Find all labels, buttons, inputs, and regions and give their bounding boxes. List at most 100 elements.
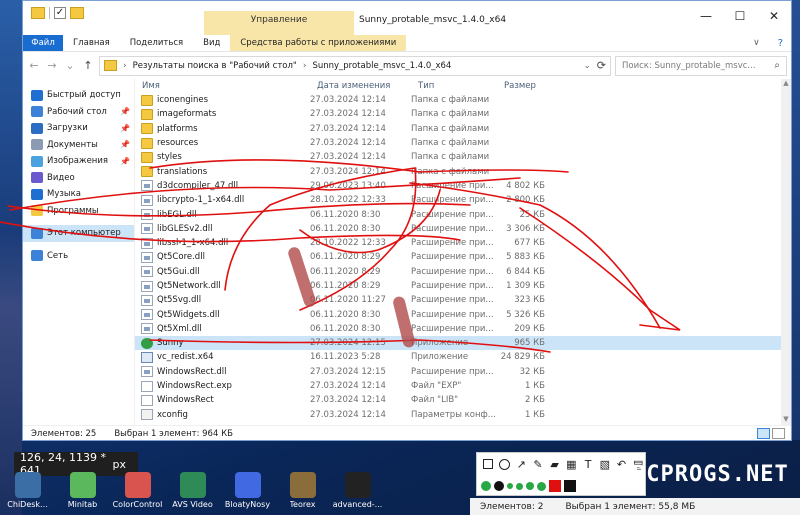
breadcrumb-search-results[interactable]: Результаты поиска в "Рабочий стол" — [133, 61, 297, 71]
color-swatch[interactable] — [537, 481, 546, 491]
large-icons-view-icon[interactable] — [772, 428, 785, 439]
table-row[interactable]: Qt5Xml.dll 06.11.2020 8:30 Расширение при.… — [135, 322, 791, 336]
table-row[interactable]: WindowsRect 27.03.2024 12:14 Файл "LIB" 2 К… — [135, 393, 791, 407]
color-swatch[interactable] — [516, 482, 523, 490]
rect-tool-icon[interactable] — [481, 457, 495, 471]
title-bar[interactable]: ✓ Управление Sunny_protable_msvc_1.4.0_x… — [23, 1, 791, 35]
pin-icon[interactable]: 📌 — [120, 107, 130, 116]
nav-item[interactable]: Этот компьютер — [23, 225, 134, 242]
table-row[interactable]: translations 27.03.2024 12:14 Папка с файл… — [135, 164, 791, 178]
nav-item-label: Сеть — [47, 250, 69, 261]
desktop-shortcut[interactable]: ColorControl — [110, 470, 165, 515]
color-swatch[interactable] — [549, 480, 561, 492]
tab-home[interactable]: Главная — [63, 35, 120, 51]
properties-icon[interactable]: ✓ — [54, 7, 66, 19]
scroll-up-icon[interactable]: ▲ — [781, 79, 791, 89]
ellipse-tool-icon[interactable] — [498, 457, 512, 471]
pin-icon[interactable]: 📌 — [120, 157, 130, 166]
table-row[interactable]: d3dcompiler_47.dll 29.06.2023 13:40 Расшир… — [135, 179, 791, 193]
gen-file-icon — [141, 394, 153, 406]
file-date: 06.11.2020 8:30 — [310, 309, 381, 320]
tab-file[interactable]: Файл — [23, 35, 63, 51]
maximize-button[interactable]: ☐ — [723, 1, 757, 31]
nav-item[interactable]: Видео — [23, 170, 134, 187]
table-row[interactable]: libEGL.dll 06.11.2020 8:30 Расширение при.… — [135, 207, 791, 221]
arrow-tool-icon[interactable]: ↗ — [514, 457, 528, 471]
back-arrow-icon[interactable]: ← — [27, 59, 41, 72]
desktop-shortcut[interactable]: ChiDesk... — [0, 470, 55, 515]
tab-application-tools[interactable]: Средства работы с приложениями — [230, 35, 407, 51]
nav-item[interactable]: Рабочий стол 📌 — [23, 104, 134, 121]
minimize-button[interactable]: — — [689, 1, 723, 31]
table-row[interactable]: WindowsRect.dll 27.03.2024 12:15 Расширени… — [135, 365, 791, 379]
table-row[interactable]: styles 27.03.2024 12:14 Папка с файлами — [135, 150, 791, 164]
desktop-shortcut[interactable]: Teorex — [275, 470, 330, 515]
color-swatch[interactable] — [526, 482, 534, 490]
table-row[interactable]: imageformats 27.03.2024 12:14 Папка с файл… — [135, 107, 791, 121]
nav-item[interactable]: Сеть — [23, 248, 134, 265]
table-row[interactable]: xconfig 27.03.2024 12:14 Параметры конф...… — [135, 408, 791, 422]
nav-item-label: Документы — [47, 139, 98, 150]
expand-ribbon-icon[interactable]: ∨ — [743, 35, 770, 51]
mosaic-tool-icon[interactable]: ▦ — [565, 457, 579, 471]
color-swatch[interactable] — [564, 480, 576, 492]
breadcrumb-current-folder[interactable]: Sunny_protable_msvc_1.4.0_x64 — [312, 61, 451, 71]
address-dropdown-icon[interactable]: ⌄ — [584, 61, 591, 71]
search-icon[interactable]: ⌕ — [774, 60, 780, 71]
table-row[interactable]: Qt5Gui.dll 06.11.2020 8:29 Расширение при.… — [135, 265, 791, 279]
recent-dropdown-icon[interactable]: ⌄ — [63, 59, 77, 72]
desktop-shortcut[interactable]: AVS Video — [165, 470, 220, 515]
desktop-shortcut[interactable]: Minitab — [55, 470, 110, 515]
pin-icon[interactable]: 📌 — [120, 124, 130, 133]
tab-share[interactable]: Поделиться — [120, 35, 193, 51]
address-bar[interactable]: › Результаты поиска в "Рабочий стол" › S… — [99, 55, 611, 76]
blur-tool-icon[interactable]: ▧ — [598, 457, 612, 471]
undo-icon[interactable]: ↶ — [615, 457, 629, 471]
vertical-scrollbar[interactable]: ▲ ▼ — [781, 79, 791, 425]
search-box[interactable]: Поиск: Sunny_protable_msvc... ⌕ — [615, 55, 787, 76]
new-folder-icon[interactable] — [70, 7, 84, 19]
table-row[interactable]: Qt5Network.dll 06.11.2020 8:29 Расширение … — [135, 279, 791, 293]
table-row[interactable]: vc_redist.x64 16.11.2023 5:28 Приложение 24… — [135, 350, 791, 364]
column-header-name[interactable]: Имя — [135, 81, 310, 91]
nav-item[interactable]: Быстрый доступ — [23, 87, 134, 104]
color-swatch[interactable] — [494, 481, 504, 491]
text-tool-icon[interactable]: T — [581, 457, 595, 471]
folder-file-icon — [141, 166, 153, 178]
close-button[interactable]: ✕ — [757, 1, 791, 31]
up-arrow-icon[interactable]: ↑ — [81, 59, 95, 72]
table-row[interactable]: Sunny 27.03.2024 12:15 Приложение 965 КБ — [135, 336, 791, 351]
forward-arrow-icon[interactable]: → — [45, 59, 59, 72]
desktop-shortcut[interactable]: BloatyNosy — [220, 470, 275, 515]
tab-view[interactable]: Вид — [193, 35, 230, 51]
pin-icon[interactable]: 📌 — [120, 140, 130, 149]
column-header-type[interactable]: Тип — [411, 81, 497, 91]
details-view-icon[interactable] — [757, 428, 770, 439]
nav-item[interactable]: Загрузки 📌 — [23, 120, 134, 137]
color-swatch[interactable] — [507, 483, 513, 489]
table-row[interactable]: libssl-1_1-x64.dll 28.10.2022 12:33 Расшир… — [135, 236, 791, 250]
refresh-icon[interactable]: ⟳ — [597, 59, 606, 72]
help-icon[interactable]: ? — [770, 35, 791, 51]
color-swatch[interactable] — [481, 481, 491, 491]
marker-tool-icon[interactable]: ▰ — [548, 457, 562, 471]
nav-item[interactable]: Изображения 📌 — [23, 153, 134, 170]
table-row[interactable]: libGLESv2.dll 06.11.2020 8:30 Расширение п… — [135, 222, 791, 236]
table-row[interactable]: WindowsRect.exp 27.03.2024 12:14 Файл "EXP… — [135, 379, 791, 393]
table-row[interactable]: Qt5Core.dll 06.11.2020 8:29 Расширение при… — [135, 250, 791, 264]
table-row[interactable]: resources 27.03.2024 12:14 Папка с файлами — [135, 136, 791, 150]
column-header-size[interactable]: Размер — [497, 81, 545, 91]
table-row[interactable]: libcrypto-1_1-x64.dll 28.10.2022 12:33 Рас… — [135, 193, 791, 207]
table-row[interactable]: platforms 27.03.2024 12:14 Папка с файлами — [135, 122, 791, 136]
column-header-date[interactable]: Дата изменения — [310, 81, 411, 91]
desktop-shortcut[interactable]: advanced-... — [330, 470, 385, 515]
nav-item[interactable]: Программы — [23, 203, 134, 220]
table-row[interactable]: Qt5Svg.dll 06.11.2020 11:27 Расширение при… — [135, 293, 791, 307]
nav-item[interactable]: Музыка — [23, 186, 134, 203]
table-row[interactable]: Qt5Widgets.dll 06.11.2020 8:30 Расширение … — [135, 307, 791, 321]
scroll-down-icon[interactable]: ▼ — [781, 415, 791, 425]
nav-item[interactable]: Документы 📌 — [23, 137, 134, 154]
pen-tool-icon[interactable]: ✎ — [531, 457, 545, 471]
table-row[interactable]: iconengines 27.03.2024 12:14 Папка с файла… — [135, 93, 791, 107]
file-name-cell: iconengines — [135, 94, 310, 106]
